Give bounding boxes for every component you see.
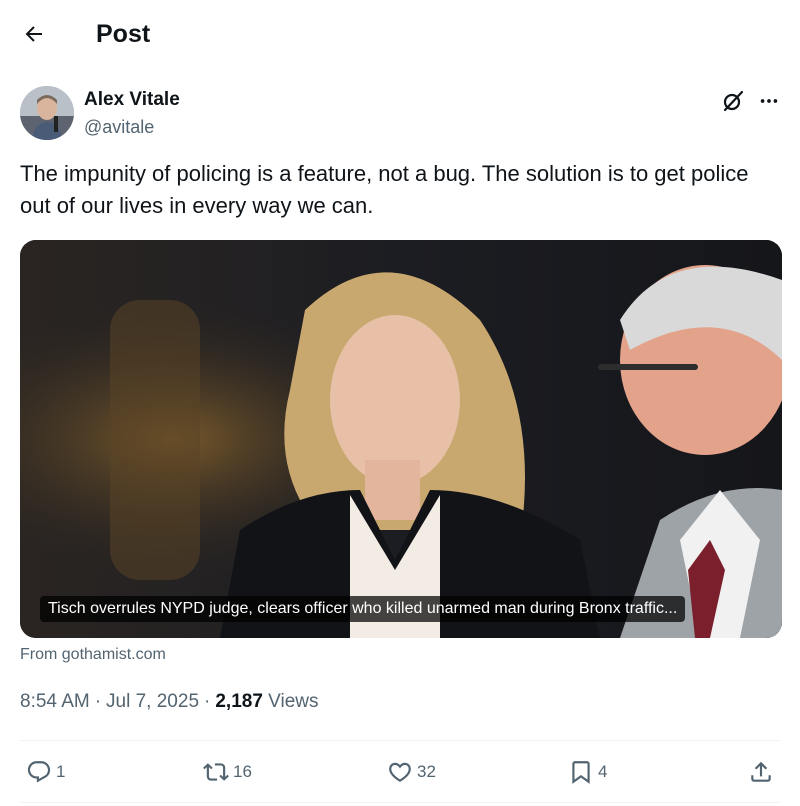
avatar-image [20, 86, 74, 140]
post-header: Post [0, 0, 800, 70]
reply-icon [27, 761, 51, 783]
views-count: 2,187 [215, 691, 263, 712]
more-options-button[interactable] [754, 86, 784, 116]
arrow-left-icon [25, 26, 42, 42]
post-meta: 8:54 AM · Jul 7, 2025 · 2,187 Views [20, 690, 319, 714]
more-dots-icon [760, 99, 778, 103]
avatar[interactable] [20, 86, 74, 140]
grok-button[interactable] [718, 86, 748, 116]
grok-icon [723, 90, 744, 112]
page-title: Post [96, 20, 151, 48]
tweet-text: The impunity of policing is a feature, n… [20, 161, 749, 218]
bookmark-count: 4 [598, 762, 608, 781]
card-source[interactable]: From gothamist.com [20, 644, 166, 666]
post-date[interactable]: Jul 7, 2025 [106, 691, 199, 712]
like-button[interactable]: 32 [387, 756, 436, 788]
reply-button[interactable]: 1 [26, 756, 65, 788]
bookmark-button[interactable]: 4 [568, 756, 607, 788]
card-caption[interactable]: Tisch overrules NYPD judge, clears offic… [40, 596, 686, 622]
author-name[interactable]: Alex Vitale [84, 88, 180, 112]
author-handle[interactable]: @avitale [84, 115, 154, 139]
repost-icon [203, 763, 229, 781]
link-card[interactable] [20, 240, 782, 638]
post-time[interactable]: 8:54 AM [20, 691, 90, 712]
action-bar: 1 16 32 4 [0, 744, 800, 800]
back-button[interactable] [14, 14, 54, 54]
card-image [20, 240, 782, 638]
views-label: Views [268, 691, 319, 712]
share-icon [751, 761, 771, 782]
divider [20, 802, 780, 803]
repost-button[interactable]: 16 [203, 756, 252, 788]
repost-count: 16 [233, 762, 252, 781]
meta-separator: · [94, 691, 102, 712]
heart-icon [389, 762, 411, 782]
reply-count: 1 [56, 762, 66, 781]
share-button[interactable] [748, 756, 774, 788]
like-count: 32 [417, 762, 436, 781]
bookmark-icon [572, 761, 590, 784]
meta-separator: · [204, 691, 211, 712]
divider [20, 740, 780, 741]
